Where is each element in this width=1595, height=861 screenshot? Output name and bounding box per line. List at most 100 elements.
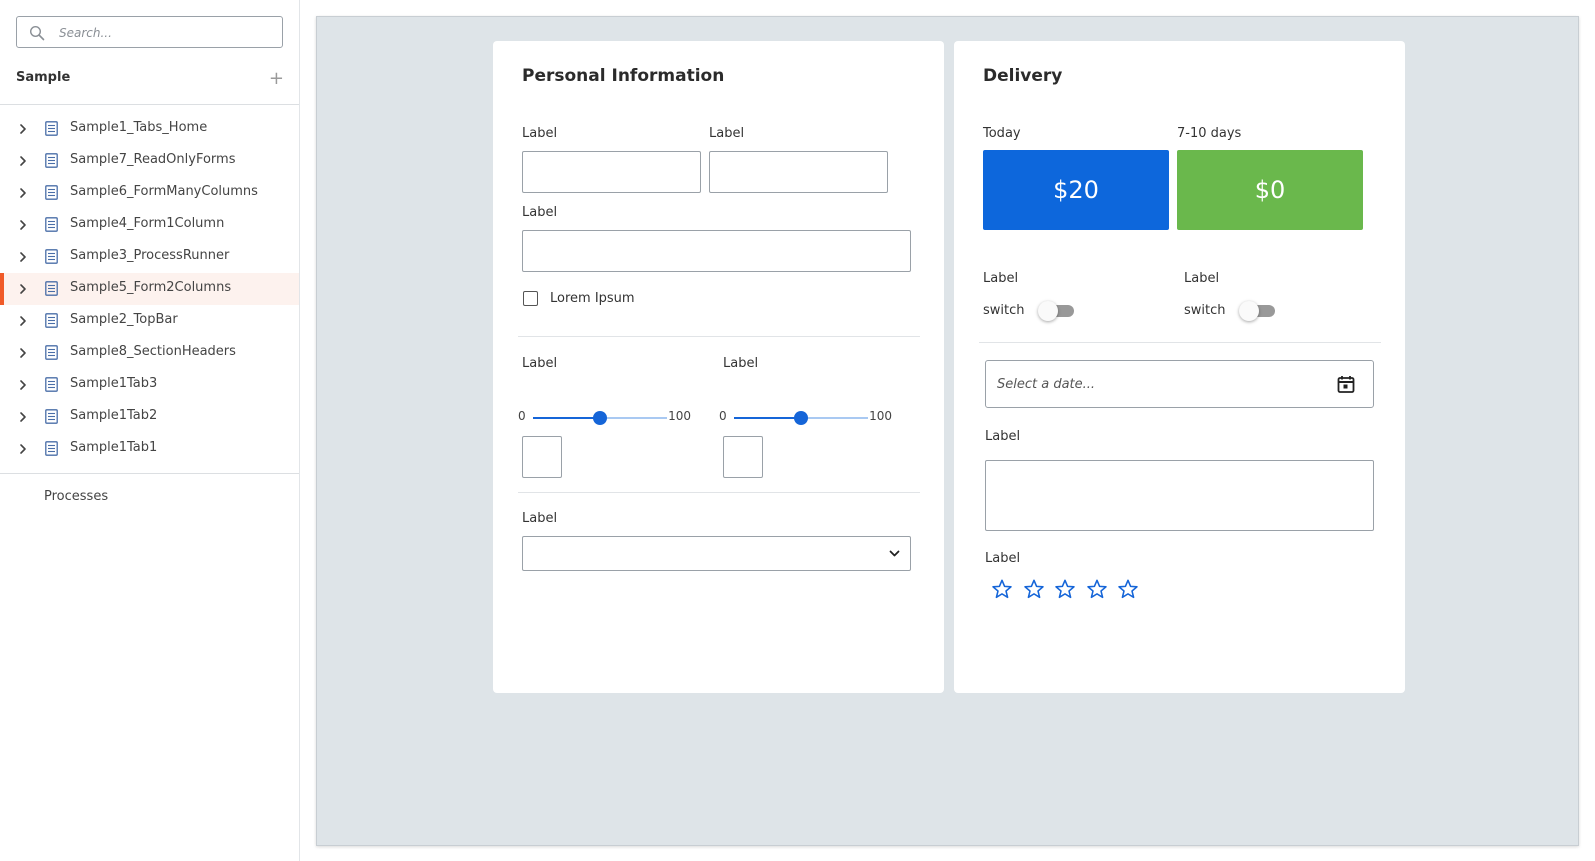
section-header: Sample + — [16, 68, 284, 90]
document-icon — [45, 281, 58, 296]
select-label: Label — [522, 511, 558, 526]
document-icon — [45, 313, 58, 328]
plus-icon[interactable]: + — [269, 68, 284, 89]
sidebar-item-label: Sample7_ReadOnlyForms — [70, 152, 236, 167]
field-label: Label — [522, 126, 558, 141]
sidebar-item[interactable]: Sample5_Form2Columns — [0, 273, 299, 305]
date-placeholder: Select a date... — [997, 377, 1096, 392]
sidebar-item-label: Sample1Tab1 — [70, 440, 158, 455]
chevron-right-icon[interactable] — [18, 187, 28, 199]
text-field[interactable] — [523, 231, 910, 271]
sidebar-item[interactable]: Sample1_Tabs_Home — [0, 113, 299, 145]
chevron-right-icon[interactable] — [18, 411, 28, 423]
star-icon[interactable] — [1054, 578, 1076, 600]
star-icon[interactable] — [1086, 578, 1108, 600]
calendar-icon[interactable] — [1337, 375, 1355, 394]
sidebar-item[interactable]: Sample3_ProcessRunner — [0, 241, 299, 273]
lorem-ipsum-checkbox[interactable] — [523, 291, 538, 306]
slider-min: 0 — [719, 409, 727, 423]
delivery-option-label: 7-10 days — [1177, 126, 1242, 141]
sidebar-item[interactable]: Sample6_FormManyColumns — [0, 177, 299, 209]
dropdown-select[interactable] — [522, 536, 911, 571]
delivery-today-button[interactable]: $20 — [983, 150, 1169, 230]
document-icon — [45, 345, 58, 360]
slider-value-input-2[interactable] — [723, 436, 763, 478]
chevron-right-icon[interactable] — [18, 379, 28, 391]
sidebar-item[interactable]: Sample4_Form1Column — [0, 209, 299, 241]
text-input-full[interactable] — [522, 230, 911, 272]
slider-max: 100 — [869, 409, 892, 423]
sidebar-item-label: Sample6_FormManyColumns — [70, 184, 258, 199]
chevron-right-icon[interactable] — [18, 219, 28, 231]
delivery-standard-button[interactable]: $0 — [1177, 150, 1363, 230]
text-input-2[interactable] — [709, 151, 888, 193]
divider — [979, 342, 1381, 343]
document-icon — [45, 185, 58, 200]
slider-thumb[interactable] — [794, 411, 808, 425]
switch-text: switch — [983, 303, 1025, 318]
slider-max: 100 — [668, 409, 691, 423]
chevron-right-icon[interactable] — [18, 347, 28, 359]
sidebar-item-label: Sample1Tab2 — [70, 408, 158, 423]
text-input-1[interactable] — [522, 151, 701, 193]
sidebar-item[interactable]: Sample8_SectionHeaders — [0, 337, 299, 369]
section-title: Sample — [16, 70, 71, 85]
slider-thumb[interactable] — [593, 411, 607, 425]
sidebar-item-label: Sample5_Form2Columns — [70, 280, 232, 295]
processes-link[interactable]: Processes — [44, 489, 108, 504]
chevron-right-icon[interactable] — [18, 251, 28, 263]
document-icon — [45, 249, 58, 264]
chevron-right-icon[interactable] — [18, 123, 28, 135]
search-box[interactable] — [16, 16, 283, 48]
switch-knob — [1239, 301, 1259, 321]
textarea-label: Label — [985, 429, 1021, 444]
chevron-right-icon[interactable] — [18, 283, 28, 295]
sidebar-item[interactable]: Sample2_TopBar — [0, 305, 299, 337]
sidebar: Sample + Sample1_Tabs_Home Sample7_ReadOn… — [0, 0, 300, 861]
chevron-right-icon[interactable] — [18, 443, 28, 455]
page-list: Sample1_Tabs_Home Sample7_ReadOnlyForms Sa… — [0, 113, 299, 465]
toggle-switch-1[interactable] — [1038, 300, 1074, 321]
personal-information-card: Personal Information Label Label Label L… — [493, 41, 944, 693]
checkbox-label: Lorem Ipsum — [550, 291, 635, 306]
sidebar-item-label: Sample1_Tabs_Home — [70, 120, 208, 135]
switch-text: switch — [1184, 303, 1226, 318]
slider-2[interactable]: 0 100 — [719, 407, 892, 427]
field-label: Label — [522, 205, 558, 220]
textarea-input[interactable] — [985, 460, 1374, 531]
sidebar-item-label: Sample4_Form1Column — [70, 216, 225, 231]
sidebar-item[interactable]: Sample1Tab1 — [0, 433, 299, 465]
slider-label: Label — [522, 356, 558, 371]
star-icon[interactable] — [1117, 578, 1139, 600]
star-icon[interactable] — [991, 578, 1013, 600]
sidebar-item-label: Sample3_ProcessRunner — [70, 248, 230, 263]
date-picker-input[interactable]: Select a date... — [985, 360, 1374, 408]
delivery-option-label: Today — [983, 126, 1021, 141]
text-field[interactable] — [710, 152, 887, 192]
document-icon — [45, 153, 58, 168]
toggle-switch-2[interactable] — [1239, 300, 1275, 321]
slider-value-input-1[interactable] — [522, 436, 562, 478]
divider — [0, 104, 299, 105]
sidebar-item[interactable]: Sample1Tab2 — [0, 401, 299, 433]
sidebar-item-label: Sample2_TopBar — [70, 312, 178, 327]
sidebar-item-label: Sample8_SectionHeaders — [70, 344, 236, 359]
card-title: Personal Information — [522, 66, 725, 86]
chevron-right-icon[interactable] — [18, 315, 28, 327]
slider-label: Label — [723, 356, 759, 371]
text-field[interactable] — [523, 152, 700, 192]
sidebar-item[interactable]: Sample1Tab3 — [0, 369, 299, 401]
star-icon[interactable] — [1023, 578, 1045, 600]
document-icon — [45, 441, 58, 456]
star-rating[interactable] — [991, 578, 1161, 602]
search-input[interactable] — [59, 23, 274, 43]
switch-label: Label — [983, 271, 1019, 286]
search-icon — [29, 25, 45, 41]
chevron-right-icon[interactable] — [18, 155, 28, 167]
document-icon — [45, 121, 58, 136]
slider-1[interactable]: 0 100 — [518, 407, 691, 427]
delivery-card: Delivery Today 7-10 days $20 $0 Label La… — [954, 41, 1405, 693]
divider — [518, 336, 920, 337]
sidebar-item[interactable]: Sample7_ReadOnlyForms — [0, 145, 299, 177]
chevron-down-icon — [889, 550, 900, 557]
